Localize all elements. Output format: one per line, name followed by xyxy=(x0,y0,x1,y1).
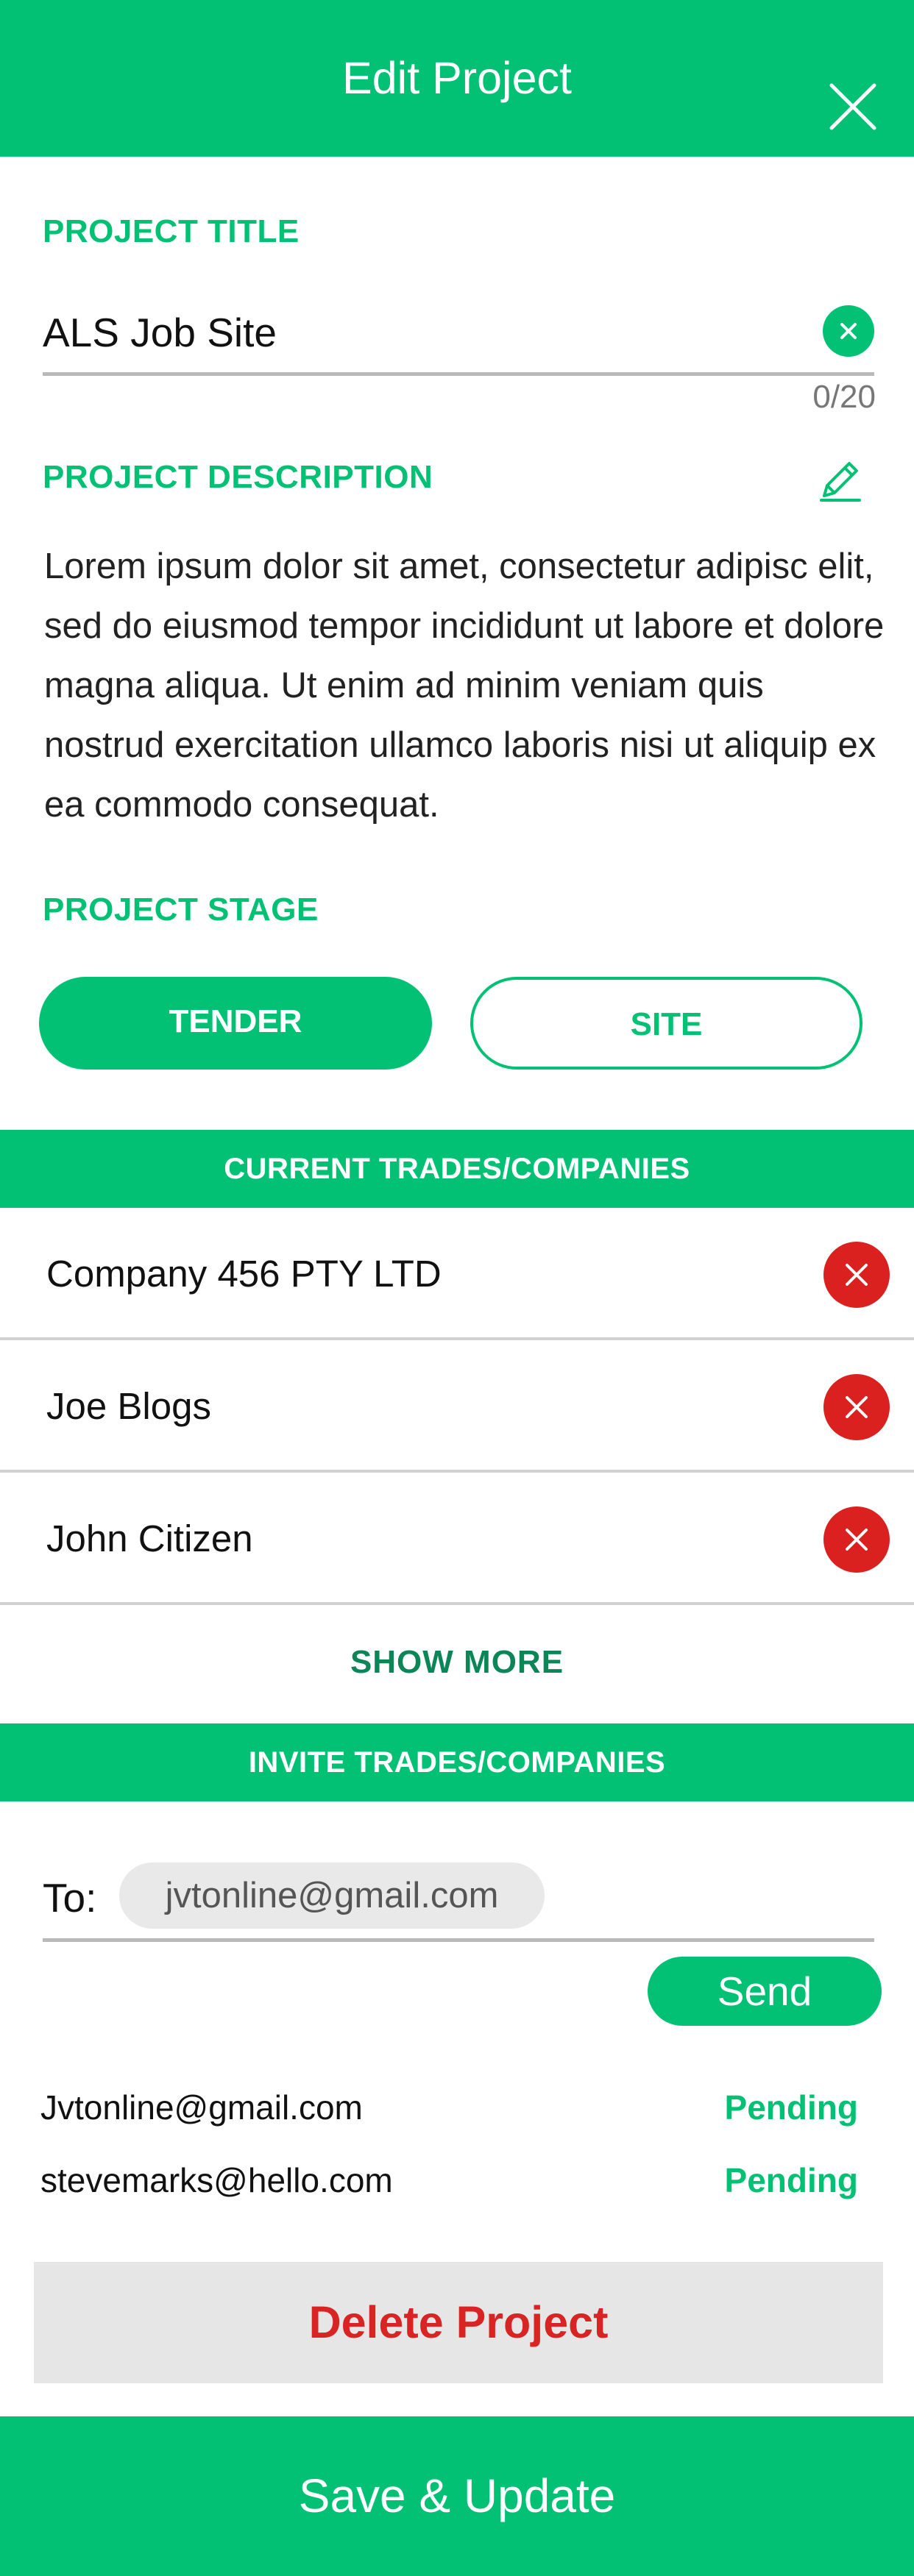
pencil-icon[interactable] xyxy=(817,456,864,503)
project-title-input[interactable]: ALS Job Site xyxy=(43,309,277,356)
remove-icon[interactable] xyxy=(823,1506,890,1573)
company-row: John Citizen xyxy=(0,1473,914,1605)
stage-tender-button[interactable]: TENDER xyxy=(39,977,432,1070)
remove-icon[interactable] xyxy=(823,1374,890,1440)
project-description-label: PROJECT DESCRIPTION xyxy=(43,459,433,495)
current-trades-header: CURRENT TRADES/COMPANIES xyxy=(0,1130,914,1208)
remove-icon[interactable] xyxy=(823,1242,890,1308)
page-title: Edit Project xyxy=(342,53,572,103)
invite-email: Jvtonline@gmail.com xyxy=(40,2088,363,2127)
company-row: Joe Blogs xyxy=(0,1340,914,1473)
character-counter: 0/20 xyxy=(812,379,876,415)
delete-project-button[interactable]: Delete Project xyxy=(34,2262,883,2383)
invite-trades-header: INVITE TRADES/COMPANIES xyxy=(0,1723,914,1801)
close-icon[interactable] xyxy=(826,79,880,134)
project-title-label: PROJECT TITLE xyxy=(43,213,300,249)
to-label: To: xyxy=(43,1875,97,1921)
top-bar: Edit Project xyxy=(0,0,914,157)
status-badge: Pending xyxy=(724,2088,858,2127)
to-field-underline xyxy=(43,1938,874,1942)
email-chip[interactable]: jvtonline@gmail.com xyxy=(119,1862,545,1929)
save-update-button[interactable]: Save & Update xyxy=(0,2416,914,2576)
project-stage-label: PROJECT STAGE xyxy=(43,892,319,928)
company-name: Company 456 PTY LTD xyxy=(46,1253,442,1295)
company-name: Joe Blogs xyxy=(46,1385,211,1427)
invite-email: stevemarks@hello.com xyxy=(40,2161,393,2199)
project-description-text: Lorem ipsum dolor sit amet, consectetur … xyxy=(44,547,885,825)
title-underline xyxy=(43,372,874,376)
clear-icon[interactable] xyxy=(823,305,874,357)
stage-site-button[interactable]: SITE xyxy=(470,977,862,1070)
send-button[interactable]: Send xyxy=(648,1957,882,2026)
status-badge: Pending xyxy=(724,2161,858,2199)
company-name: John Citizen xyxy=(46,1518,253,1559)
company-row: Company 456 PTY LTD xyxy=(0,1208,914,1340)
show-more-link[interactable]: SHOW MORE xyxy=(0,1644,914,1681)
